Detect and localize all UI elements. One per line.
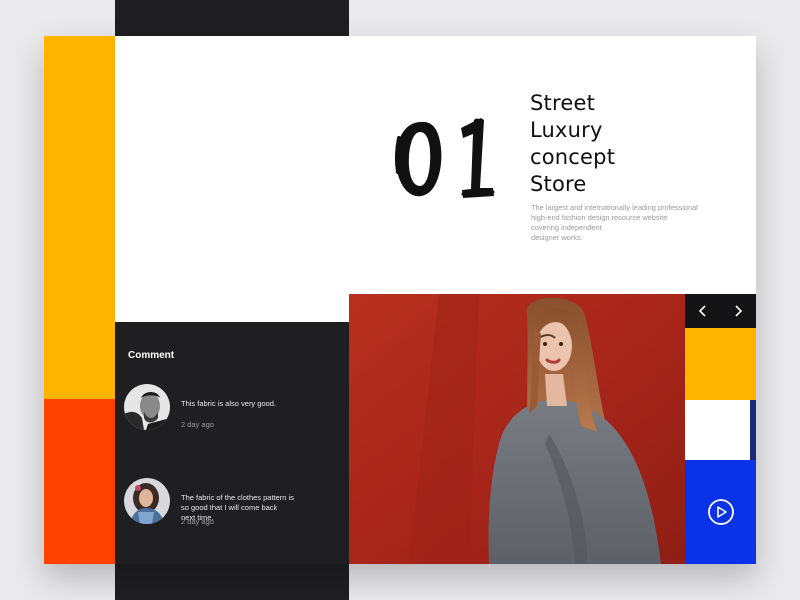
slider-nav: [685, 294, 756, 328]
main-card: 01 Street Luxury concept Store The large…: [44, 36, 756, 564]
fashion-photo: [349, 294, 685, 564]
hero-description-line: The largest and internationally leading …: [531, 203, 698, 212]
comment-text-line: This fabric is also very good.: [181, 399, 277, 408]
next-button[interactable]: [721, 294, 757, 328]
hero-description-line: high-end fashion design resource website: [531, 213, 668, 222]
chevron-right-icon: [735, 305, 743, 317]
video-tile: [685, 460, 756, 564]
comments-panel: Comment This fabric is also very good. 2…: [115, 322, 349, 564]
model-photo-illustration: [349, 294, 685, 564]
hero-title-line: Luxury: [530, 118, 603, 142]
comment-text: This fabric is also very good.: [181, 399, 331, 409]
hero-description: The largest and internationally leading …: [531, 203, 731, 243]
chevron-left-icon: [698, 305, 706, 317]
hero-title-line: Store: [530, 172, 587, 196]
yellow-tile: [685, 328, 756, 400]
comment-timestamp: 2 day ago: [181, 420, 214, 429]
thumbnail-slice: [750, 400, 756, 460]
orange-accent-bar: [44, 399, 115, 564]
avatar[interactable]: [124, 384, 170, 430]
hero-number: [394, 118, 495, 198]
yellow-accent-bar: [44, 36, 115, 399]
play-circle-icon: [707, 499, 734, 525]
hero-title: Street Luxury concept Store: [530, 90, 615, 198]
hero-description-line: covering independent: [531, 223, 602, 232]
avatar-man-image: [124, 384, 170, 430]
hero-title-line: concept: [530, 145, 616, 169]
avatar[interactable]: [124, 478, 170, 524]
avatar-woman-image: [124, 478, 170, 524]
play-button[interactable]: [707, 498, 735, 526]
comment-text-line: The fabric of the clothes pattern is: [181, 493, 294, 502]
hero-description-line: designer works.: [531, 233, 583, 242]
comment-timestamp: 2 day ago: [181, 517, 214, 526]
hero-digit-zero: [396, 121, 442, 197]
comments-heading: Comment: [128, 350, 175, 361]
prev-button[interactable]: [685, 294, 721, 328]
comment-text-line: so good that I will come back: [181, 503, 278, 512]
hero-title-line: Street: [530, 91, 596, 115]
